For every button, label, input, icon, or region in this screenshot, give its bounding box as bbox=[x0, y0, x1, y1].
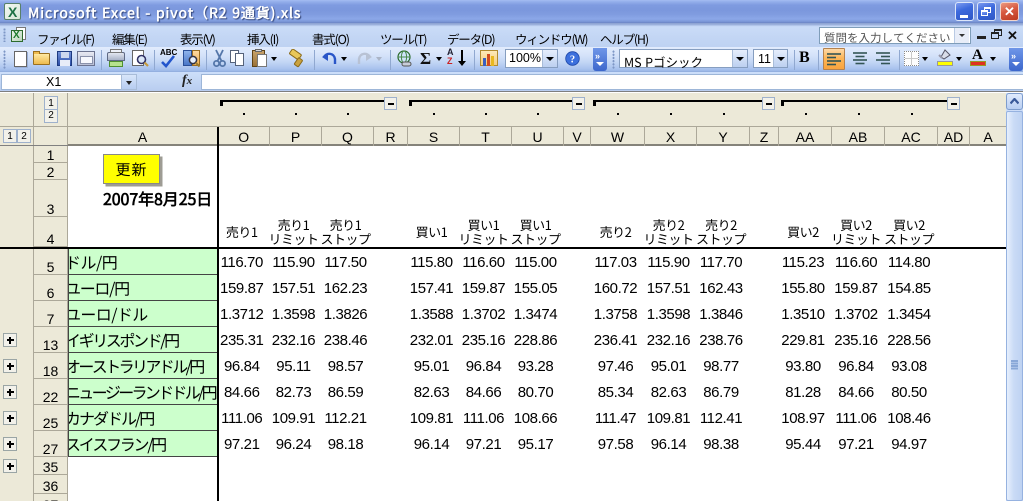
svg-text:?: ? bbox=[570, 55, 575, 66]
